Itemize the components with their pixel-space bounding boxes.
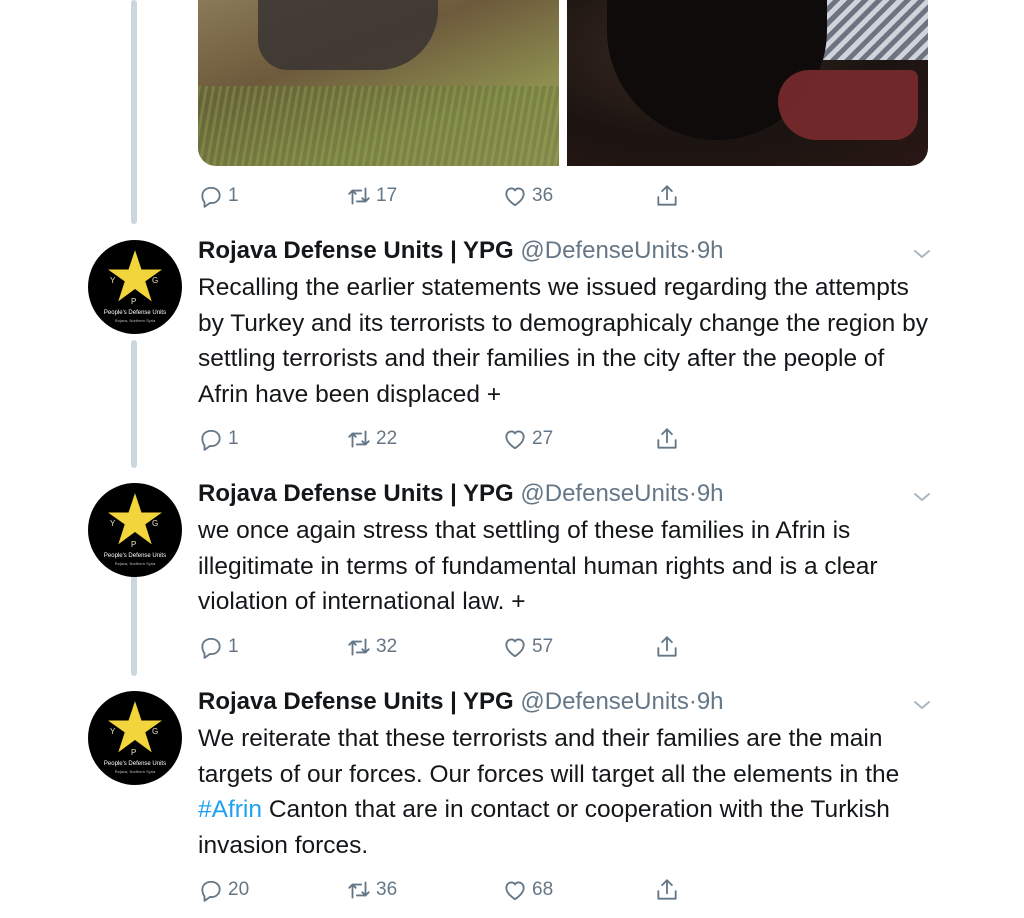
share-icon [657,636,677,657]
chevron-down-icon [914,493,930,501]
reply-count: 1 [228,428,239,449]
avatar-subtitle: Rojava, Northern Syria [114,318,156,323]
tweet-header: Rojava Defense Units | YPG @DefenseUnits… [198,479,724,509]
avatar[interactable]: Y G P People's Defense Units Rojava, Nor… [88,483,182,577]
avatar-letter: P [131,748,137,757]
share-button[interactable] [654,183,680,209]
user-handle[interactable]: @DefenseUnits [520,480,688,507]
avatar-letter: G [152,276,159,285]
display-name[interactable]: Rojava Defense Units | YPG [198,688,514,715]
tweet-text-part: We reiterate that these terrorists and t… [198,725,900,788]
reply-icon [201,637,221,659]
retweet-icon [348,430,370,448]
retweet-button[interactable]: 22 [346,426,397,452]
more-menu-button[interactable] [910,242,934,266]
timestamp[interactable]: 9h [697,237,724,264]
retweet-button[interactable]: 32 [346,634,397,660]
tweet-media[interactable] [198,0,928,166]
retweet-count: 17 [376,185,398,206]
reply-button[interactable]: 20 [198,877,249,903]
share-icon [657,185,677,206]
reply-button[interactable]: 1 [198,634,239,660]
avatar[interactable]: Y G P People's Defense Units Rojava, Nor… [88,240,182,334]
like-button[interactable]: 27 [502,426,553,452]
separator-dot: · [688,237,697,264]
reply-icon [201,186,221,208]
reply-icon [201,880,221,902]
like-count: 68 [532,879,554,900]
avatar-subtitle: Rojava, Northern Syria [114,561,156,566]
thread-line [131,0,137,224]
reply-count: 1 [228,636,239,657]
tweet-text-part: Canton that are in contact or cooperatio… [198,796,890,859]
share-button[interactable] [654,426,680,452]
more-menu-button[interactable] [910,485,934,509]
timestamp[interactable]: 9h [697,688,724,715]
tweet-text: Recalling the earlier statements we issu… [198,274,928,408]
hashtag-link[interactable]: #Afrin [198,796,262,823]
heart-icon [505,881,525,901]
avatar-letter: G [152,519,159,528]
avatar-letter: P [131,297,137,306]
retweet-count: 36 [376,879,398,900]
tweet-actions: 1 17 36 [198,182,718,210]
avatar[interactable]: Y G P People's Defense Units Rojava, Nor… [88,691,182,785]
separator-dot: · [688,480,697,507]
reply-count: 1 [228,185,239,206]
reply-count: 20 [228,879,250,900]
avatar-letter: G [152,727,159,736]
reply-icon [201,429,221,451]
tweet-text: We reiterate that these terrorists and t… [198,721,938,863]
avatar-name: People's Defense Units [103,553,167,559]
retweet-button[interactable]: 17 [346,183,397,209]
tweet-header: Rojava Defense Units | YPG @DefenseUnits… [198,687,724,717]
heart-icon [505,430,525,450]
retweet-count: 22 [376,428,398,449]
like-count: 27 [532,428,554,449]
avatar-name: People's Defense Units [103,761,167,767]
retweet-icon [348,187,370,205]
tweet-header: Rojava Defense Units | YPG @DefenseUnits… [198,236,724,266]
media-image-left[interactable] [198,0,559,166]
display-name[interactable]: Rojava Defense Units | YPG [198,237,514,264]
thread-line [131,340,137,468]
reply-button[interactable]: 1 [198,426,239,452]
share-icon [657,428,677,449]
reply-button[interactable]: 1 [198,183,239,209]
like-button[interactable]: 36 [502,183,553,209]
like-count: 57 [532,636,554,657]
heart-icon [505,187,525,207]
avatar-letter: Y [110,276,116,285]
retweet-button[interactable]: 36 [346,877,397,903]
share-icon [657,879,677,900]
like-button[interactable]: 68 [502,877,553,903]
user-handle[interactable]: @DefenseUnits [520,688,688,715]
chevron-down-icon [914,250,930,258]
like-button[interactable]: 57 [502,634,553,660]
avatar-subtitle: Rojava, Northern Syria [114,769,156,774]
more-menu-button[interactable] [910,693,934,717]
tweet-actions: 1 22 27 [198,425,718,453]
retweet-icon [348,881,370,899]
heart-icon [505,638,525,658]
tweet-text: we once again stress that settling of th… [198,517,878,615]
avatar-name: People's Defense Units [103,310,167,316]
avatar-letter: Y [110,727,116,736]
share-button[interactable] [654,634,680,660]
avatar-letter: Y [110,519,116,528]
like-count: 36 [532,185,554,206]
separator-dot: · [688,688,697,715]
tweet-actions: 20 36 68 [198,876,718,904]
share-button[interactable] [654,877,680,903]
avatar-letter: P [131,540,137,549]
display-name[interactable]: Rojava Defense Units | YPG [198,480,514,507]
user-handle[interactable]: @DefenseUnits [520,237,688,264]
chevron-down-icon [914,701,930,709]
tweet-actions: 1 32 57 [198,633,718,661]
retweet-count: 32 [376,636,398,657]
timestamp[interactable]: 9h [697,480,724,507]
retweet-icon [348,638,370,656]
media-image-right[interactable] [567,0,928,166]
